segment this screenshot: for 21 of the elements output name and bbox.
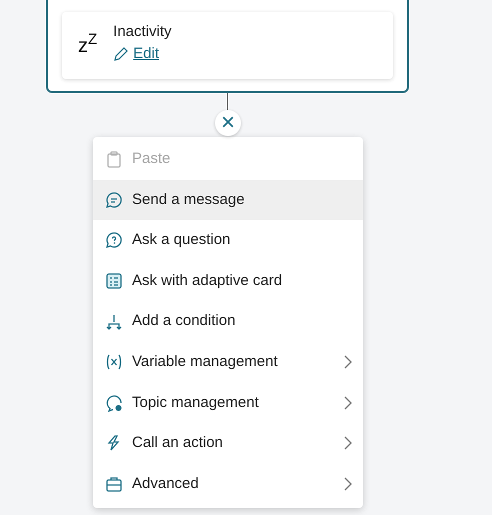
connector-line — [227, 93, 228, 111]
menu-item[interactable]: Advanced — [93, 464, 363, 504]
variable-icon — [105, 353, 123, 372]
menu-item[interactable]: Send a message — [93, 180, 363, 220]
question-bubble-icon — [105, 231, 123, 250]
edit-link[interactable]: Edit — [113, 43, 160, 66]
menu-item[interactable]: Ask a question — [93, 220, 363, 261]
branch-icon — [105, 312, 123, 331]
card-title: Inactivity — [113, 22, 172, 42]
menu-item[interactable]: Topic management — [93, 382, 363, 424]
clipboard-icon — [105, 150, 123, 168]
sleep-icon: z$^{Z}$ — [78, 36, 98, 56]
menu-item[interactable]: Variable management — [93, 342, 363, 383]
chat-bubble-icon — [105, 190, 123, 209]
pencil-icon — [113, 46, 130, 62]
menu-item[interactable]: Add a condition — [93, 301, 363, 342]
card-list-icon — [105, 272, 123, 290]
menu-item[interactable]: Call an action — [93, 423, 363, 464]
menu-item[interactable]: Ask with adaptive card — [93, 260, 363, 302]
close-button[interactable]: × — [215, 110, 241, 136]
briefcase-icon — [105, 475, 123, 494]
